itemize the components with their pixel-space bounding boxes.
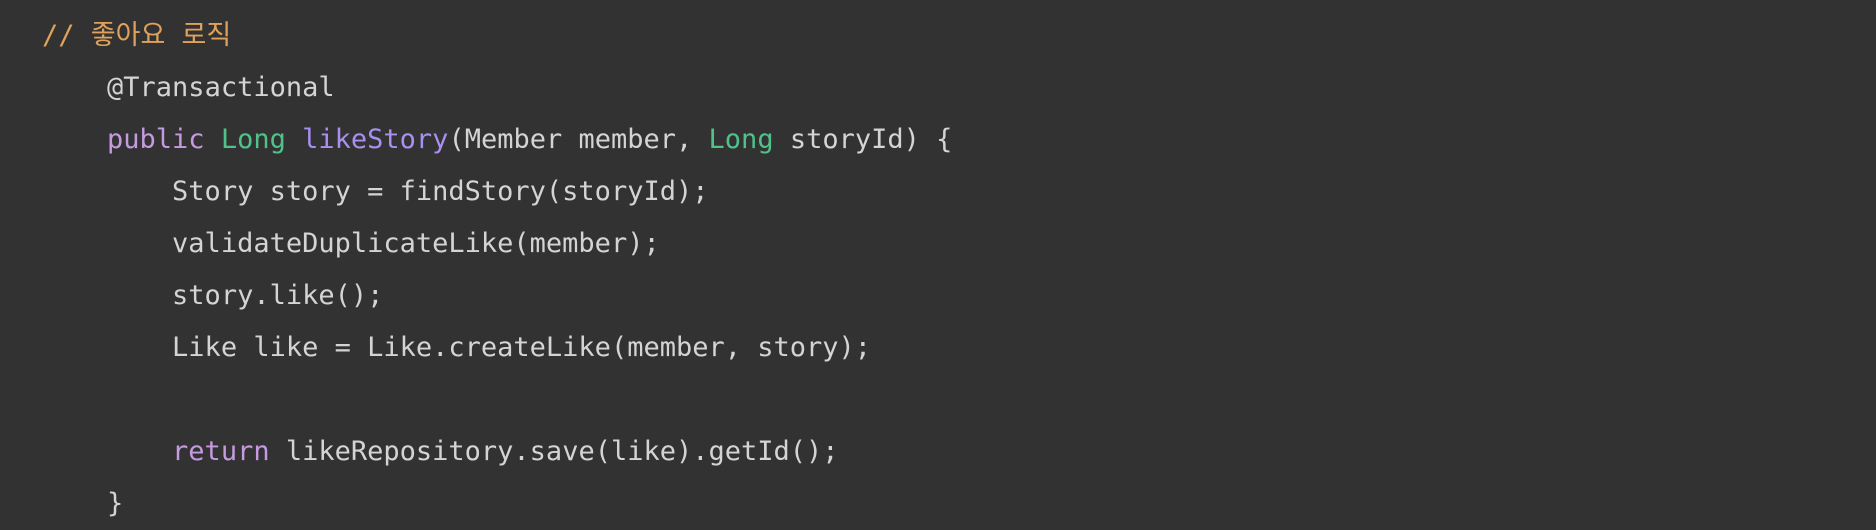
code-token-keyword: public: [107, 124, 205, 155]
code-token-plain: }: [107, 488, 124, 519]
code-line-7: Like like = Like.createLike(member, stor…: [42, 322, 871, 374]
code-token-plain: story.like();: [172, 280, 384, 311]
code-token-plain: validateDuplicateLike(member);: [172, 228, 660, 259]
code-token-method: likeStory: [302, 124, 449, 155]
code-token-plain: @Transactional: [107, 72, 335, 103]
code-line-6: story.like();: [42, 270, 383, 322]
code-token-keyword: return: [172, 436, 270, 467]
code-line-9: return likeRepository.save(like).getId()…: [42, 426, 839, 478]
code-token-plain: (Member member,: [448, 124, 709, 155]
code-line-1: // 좋아요 로직: [42, 10, 231, 62]
code-line-10: }: [42, 478, 123, 530]
code-token-type: Long: [220, 124, 286, 155]
code-token-plain: Like like = Like.createLike(member, stor…: [172, 332, 872, 363]
code-token-comment: // 좋아요 로직: [42, 20, 232, 51]
code-line-4: Story story = findStory(storyId);: [42, 166, 708, 218]
code-token-plain: likeRepository.save(like).getId();: [269, 436, 839, 467]
code-line-2: @Transactional: [42, 62, 335, 114]
code-block: // 좋아요 로직 @Transactional public Long lik…: [0, 0, 1876, 526]
code-line-5: validateDuplicateLike(member);: [42, 218, 660, 270]
code-token-plain: Story story = findStory(storyId);: [172, 176, 709, 207]
code-token-plain: storyId) {: [773, 124, 953, 155]
code-token-type: Long: [708, 124, 774, 155]
code-line-3: public Long likeStory(Member member, Lon…: [42, 114, 952, 166]
